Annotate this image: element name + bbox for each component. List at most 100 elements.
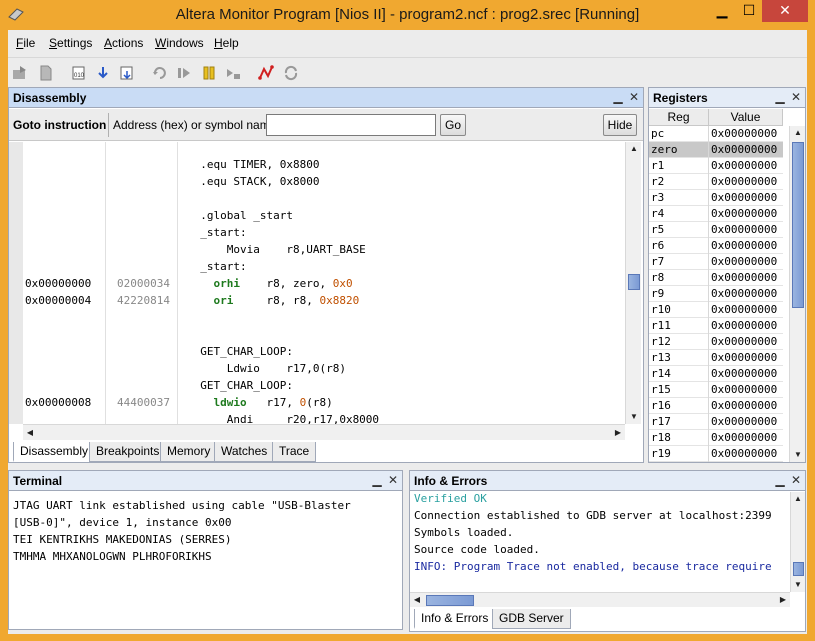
scroll-thumb[interactable] <box>628 274 640 290</box>
register-row[interactable]: r6 0x00000000 <box>649 238 783 254</box>
register-row[interactable]: zero 0x00000000 <box>649 142 783 158</box>
compile-icon[interactable]: 010 <box>71 65 87 81</box>
source-line: .equ TIMER, 0x8800 <box>187 158 320 171</box>
menu-windows[interactable]: Windows <box>155 36 204 50</box>
register-row[interactable]: r2 0x00000000 <box>649 174 783 190</box>
go-button[interactable]: Go <box>440 114 466 136</box>
scroll-right-icon[interactable]: ▶ <box>776 593 790 607</box>
register-row[interactable]: r8 0x00000000 <box>649 270 783 286</box>
tab-info-errors[interactable]: Info & Errors <box>414 609 496 629</box>
register-row[interactable]: r15 0x00000000 <box>649 382 783 398</box>
scroll-right-icon[interactable]: ▶ <box>611 426 625 440</box>
register-row[interactable]: r10 0x00000000 <box>649 302 783 318</box>
source-line: .equ STACK, 0x8000 <box>187 175 320 188</box>
register-value: 0x00000000 <box>711 191 778 204</box>
close-panel-icon[interactable]: ✕ <box>789 473 803 487</box>
registers-vscroll[interactable]: ▲ ▼ <box>789 126 805 462</box>
scroll-up-icon[interactable]: ▲ <box>791 126 805 140</box>
close-panel-icon[interactable]: ✕ <box>627 90 641 104</box>
tab-disassembly[interactable]: Disassembly <box>13 442 96 462</box>
close-panel-icon[interactable]: ✕ <box>789 90 803 104</box>
disassembly-view[interactable]: .equ TIMER, 0x8800 .equ STACK, 0x8000 .g… <box>9 142 623 424</box>
register-row[interactable]: r3 0x00000000 <box>649 190 783 206</box>
minimize-panel-icon[interactable]: ▁ <box>773 90 787 104</box>
terminal-title: Terminal <box>13 474 63 488</box>
column-separator <box>708 270 709 286</box>
scroll-down-icon[interactable]: ▼ <box>791 578 805 592</box>
tab-watches[interactable]: Watches <box>214 442 275 462</box>
terminal-output[interactable]: JTAG UART link established using cable "… <box>9 497 402 629</box>
scroll-left-icon[interactable]: ◀ <box>410 593 424 607</box>
terminal-line: JTAG UART link established using cable "… <box>13 499 351 512</box>
info-hscroll[interactable]: ◀ ▶ <box>410 592 790 607</box>
register-row[interactable]: r18 0x00000000 <box>649 430 783 446</box>
register-row[interactable]: r4 0x00000000 <box>649 206 783 222</box>
register-row[interactable]: r7 0x00000000 <box>649 254 783 270</box>
hide-button[interactable]: Hide <box>603 114 637 136</box>
register-row[interactable]: r16 0x00000000 <box>649 398 783 414</box>
info-line: Connection established to GDB server at … <box>414 509 772 522</box>
disassembly-hscroll[interactable]: ◀ ▶ <box>23 424 625 440</box>
minimize-panel-icon[interactable]: ▁ <box>611 90 625 104</box>
restart-icon[interactable] <box>152 65 168 81</box>
pause-icon[interactable] <box>201 65 217 81</box>
register-row[interactable]: r9 0x00000000 <box>649 286 783 302</box>
scroll-thumb[interactable] <box>792 142 804 308</box>
register-value: 0x00000000 <box>711 335 778 348</box>
scroll-up-icon[interactable]: ▲ <box>791 492 805 506</box>
breakpoint-icon[interactable] <box>258 65 274 81</box>
disassembly-vscroll[interactable]: ▲ ▼ <box>625 142 641 424</box>
register-row[interactable]: pc 0x00000000 <box>649 126 783 142</box>
scroll-down-icon[interactable]: ▼ <box>627 410 641 424</box>
menu-actions[interactable]: Actions <box>104 36 143 50</box>
step-icon[interactable] <box>225 65 241 81</box>
register-row[interactable]: r1 0x00000000 <box>649 158 783 174</box>
register-name: r11 <box>651 319 671 332</box>
close-panel-icon[interactable]: ✕ <box>386 473 400 487</box>
close-button[interactable]: ✕ <box>762 0 808 22</box>
scroll-thumb[interactable] <box>793 562 804 576</box>
scroll-thumb[interactable] <box>426 595 474 606</box>
load-icon[interactable] <box>12 65 28 81</box>
info-vscroll[interactable]: ▲ ▼ <box>790 492 805 592</box>
scroll-up-icon[interactable]: ▲ <box>627 142 641 156</box>
tab-memory[interactable]: Memory <box>160 442 218 462</box>
tab-trace[interactable]: Trace <box>272 442 317 462</box>
continue-icon[interactable] <box>176 65 192 81</box>
register-name: pc <box>651 127 665 140</box>
compile-load-icon[interactable] <box>119 65 135 81</box>
title-bar[interactable]: Altera Monitor Program [Nios II] - progr… <box>0 0 815 30</box>
register-value: 0x00000000 <box>711 399 778 412</box>
menu-help[interactable]: Help <box>214 36 239 50</box>
value-column-header[interactable]: Value <box>709 109 783 126</box>
address-input[interactable] <box>266 114 436 136</box>
register-name: r1 <box>651 159 665 172</box>
tab-gdb-server[interactable]: GDB Server <box>492 609 571 629</box>
menu-settings[interactable]: Settings <box>49 36 92 50</box>
register-row[interactable]: r5 0x00000000 <box>649 222 783 238</box>
register-row[interactable]: r11 0x00000000 <box>649 318 783 334</box>
minimize-panel-icon[interactable]: ▁ <box>773 473 787 487</box>
operand-tail: (r8) <box>306 396 333 409</box>
scroll-down-icon[interactable]: ▼ <box>791 448 805 462</box>
file-icon[interactable] <box>38 65 54 81</box>
refresh-icon[interactable] <box>283 65 299 81</box>
register-row[interactable]: r17 0x00000000 <box>649 414 783 430</box>
register-value: 0x00000000 <box>711 319 778 332</box>
register-row[interactable]: r12 0x00000000 <box>649 334 783 350</box>
register-row[interactable]: r14 0x00000000 <box>649 366 783 382</box>
download-icon[interactable] <box>95 65 111 81</box>
register-row[interactable]: r13 0x00000000 <box>649 350 783 366</box>
maximize-button[interactable]: ☐ <box>736 2 762 24</box>
scroll-left-icon[interactable]: ◀ <box>23 426 37 440</box>
tab-breakpoints[interactable]: Breakpoints <box>89 442 167 462</box>
reg-column-header[interactable]: Reg <box>649 109 709 126</box>
menu-file[interactable]: File <box>16 36 35 50</box>
column-separator <box>708 286 709 302</box>
column-separator <box>708 254 709 270</box>
minimize-button[interactable]: ▁ <box>708 2 736 24</box>
minimize-panel-icon[interactable]: ▁ <box>370 473 384 487</box>
info-output[interactable]: Verified OK Connection established to GD… <box>410 492 789 592</box>
instruction-hex: 42220814 <box>117 294 170 307</box>
register-row[interactable]: r19 0x00000000 <box>649 446 783 462</box>
